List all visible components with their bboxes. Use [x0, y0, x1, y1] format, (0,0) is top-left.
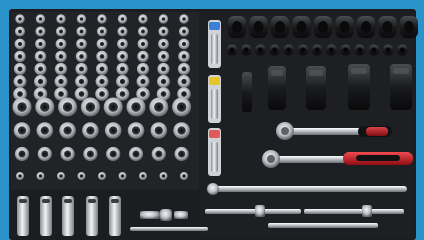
tool-tray-photo [0, 0, 424, 240]
small-sockets-grid [13, 14, 191, 101]
bit-holders-column [208, 20, 221, 176]
bit-holder-color-cap [209, 22, 220, 30]
impact-sockets-top-row [228, 16, 418, 38]
bit-holder-color-cap [209, 77, 220, 85]
impact-extension [242, 72, 252, 112]
bit-holder-color-cap [209, 130, 220, 138]
